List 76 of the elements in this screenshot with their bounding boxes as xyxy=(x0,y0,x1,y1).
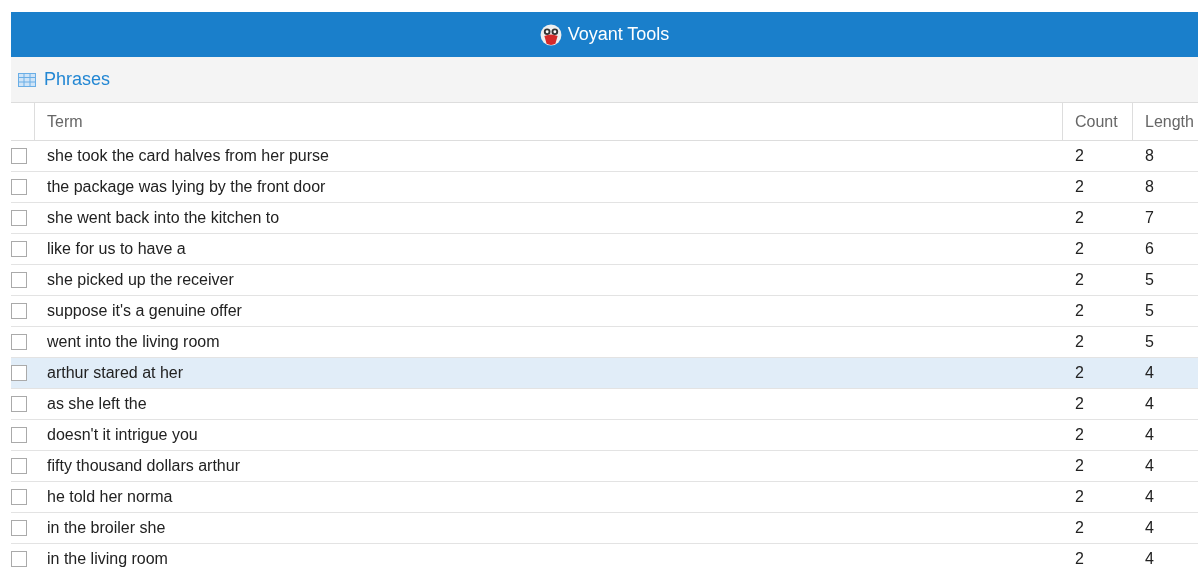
term-cell-text: she took the card halves from her purse xyxy=(46,147,330,165)
row-checkbox[interactable] xyxy=(11,148,27,164)
term-cell-text: as she left the xyxy=(46,395,148,413)
row-checkbox[interactable] xyxy=(11,427,27,443)
row-checkbox[interactable] xyxy=(11,272,27,288)
term-cell-text: like for us to have a xyxy=(46,240,187,258)
row-checkbox[interactable] xyxy=(11,334,27,350)
panel-title: Phrases xyxy=(44,69,111,90)
count-cell-text: 2 xyxy=(1074,426,1085,444)
owl-logo-icon xyxy=(539,23,562,46)
length-cell-text: 5 xyxy=(1144,333,1155,351)
count-cell-text: 2 xyxy=(1074,147,1085,165)
column-header[interactable]: Count xyxy=(1062,103,1132,140)
row-checkbox[interactable] xyxy=(11,396,27,412)
count-cell-text: 2 xyxy=(1074,209,1085,227)
term-cell-text: he told her norma xyxy=(46,488,174,506)
count-cell-text: 2 xyxy=(1074,302,1085,320)
table-row[interactable]: the package was lying by the front door 2 8 xyxy=(11,172,1198,203)
length-cell-text: 5 xyxy=(1144,302,1155,320)
column-header[interactable]: Term xyxy=(34,103,1062,140)
table-row[interactable]: arthur stared at her 2 4 xyxy=(11,358,1198,389)
table-row[interactable]: like for us to have a 2 6 xyxy=(11,234,1198,265)
count-cell-text: 2 xyxy=(1074,178,1085,196)
length-cell-text: 4 xyxy=(1144,488,1155,506)
term-cell-text: arthur stared at her xyxy=(46,364,185,382)
term-cell-text: she went back into the kitchen to xyxy=(46,209,281,227)
count-cell-text: 2 xyxy=(1074,333,1085,351)
row-checkbox[interactable] xyxy=(11,241,27,257)
row-checkbox[interactable] xyxy=(11,365,27,381)
term-cell-text: went into the living room xyxy=(46,333,221,351)
row-checkbox[interactable] xyxy=(11,520,27,536)
term-cell-text: doesn't it intrigue you xyxy=(46,426,199,444)
row-checkbox[interactable] xyxy=(11,489,27,505)
length-cell-text: 4 xyxy=(1144,457,1155,475)
table-row[interactable]: in the broiler she 2 4 xyxy=(11,513,1198,544)
count-cell-text: 2 xyxy=(1074,457,1085,475)
term-cell-text: fifty thousand dollars arthur xyxy=(46,457,241,475)
length-cell-text: 4 xyxy=(1144,519,1155,537)
table-row[interactable]: she went back into the kitchen to 2 7 xyxy=(11,203,1198,234)
table-row[interactable]: suppose it's a genuine offer 2 5 xyxy=(11,296,1198,327)
row-checkbox[interactable] xyxy=(11,179,27,195)
term-cell-text: in the living room xyxy=(46,550,169,568)
count-cell-text: 2 xyxy=(1074,519,1085,537)
column-header[interactable]: Length xyxy=(1132,103,1198,140)
table-row[interactable]: he told her norma 2 4 xyxy=(11,482,1198,513)
table-row[interactable]: fifty thousand dollars arthur 2 4 xyxy=(11,451,1198,482)
length-cell-text: 8 xyxy=(1144,178,1155,196)
table-icon xyxy=(18,72,36,87)
count-cell-text: 2 xyxy=(1074,488,1085,506)
length-cell-text: 5 xyxy=(1144,271,1155,289)
count-cell-text: 2 xyxy=(1074,395,1085,413)
length-cell-text: 4 xyxy=(1144,364,1155,382)
term-cell-text: suppose it's a genuine offer xyxy=(46,302,243,320)
length-cell-text: 8 xyxy=(1144,147,1155,165)
length-cell-text: 4 xyxy=(1144,550,1155,568)
length-cell-text: 7 xyxy=(1144,209,1155,227)
row-checkbox[interactable] xyxy=(11,458,27,474)
count-cell-text: 2 xyxy=(1074,364,1085,382)
row-checkbox[interactable] xyxy=(11,210,27,226)
table-row[interactable]: she picked up the receiver 2 5 xyxy=(11,265,1198,296)
length-cell-text: 4 xyxy=(1144,395,1155,413)
length-cell-text: 4 xyxy=(1144,426,1155,444)
count-cell-text: 2 xyxy=(1074,271,1085,289)
row-checkbox[interactable] xyxy=(11,303,27,319)
term-cell-text: the package was lying by the front door xyxy=(46,178,327,196)
table-row[interactable]: in the living room 2 4 xyxy=(11,544,1198,569)
count-cell-text: 2 xyxy=(1074,240,1085,258)
app-title: Voyant Tools xyxy=(567,24,670,45)
count-cell-text: 2 xyxy=(1074,550,1085,568)
table-row[interactable]: as she left the 2 4 xyxy=(11,389,1198,420)
term-cell-text: she picked up the receiver xyxy=(46,271,235,289)
term-cell-text: in the broiler she xyxy=(46,519,167,537)
table-row[interactable]: doesn't it intrigue you 2 4 xyxy=(11,420,1198,451)
table-row[interactable]: she took the card halves from her purse 2 8 xyxy=(11,141,1198,172)
row-checkbox[interactable] xyxy=(11,551,27,567)
length-cell-text: 6 xyxy=(1144,240,1155,258)
